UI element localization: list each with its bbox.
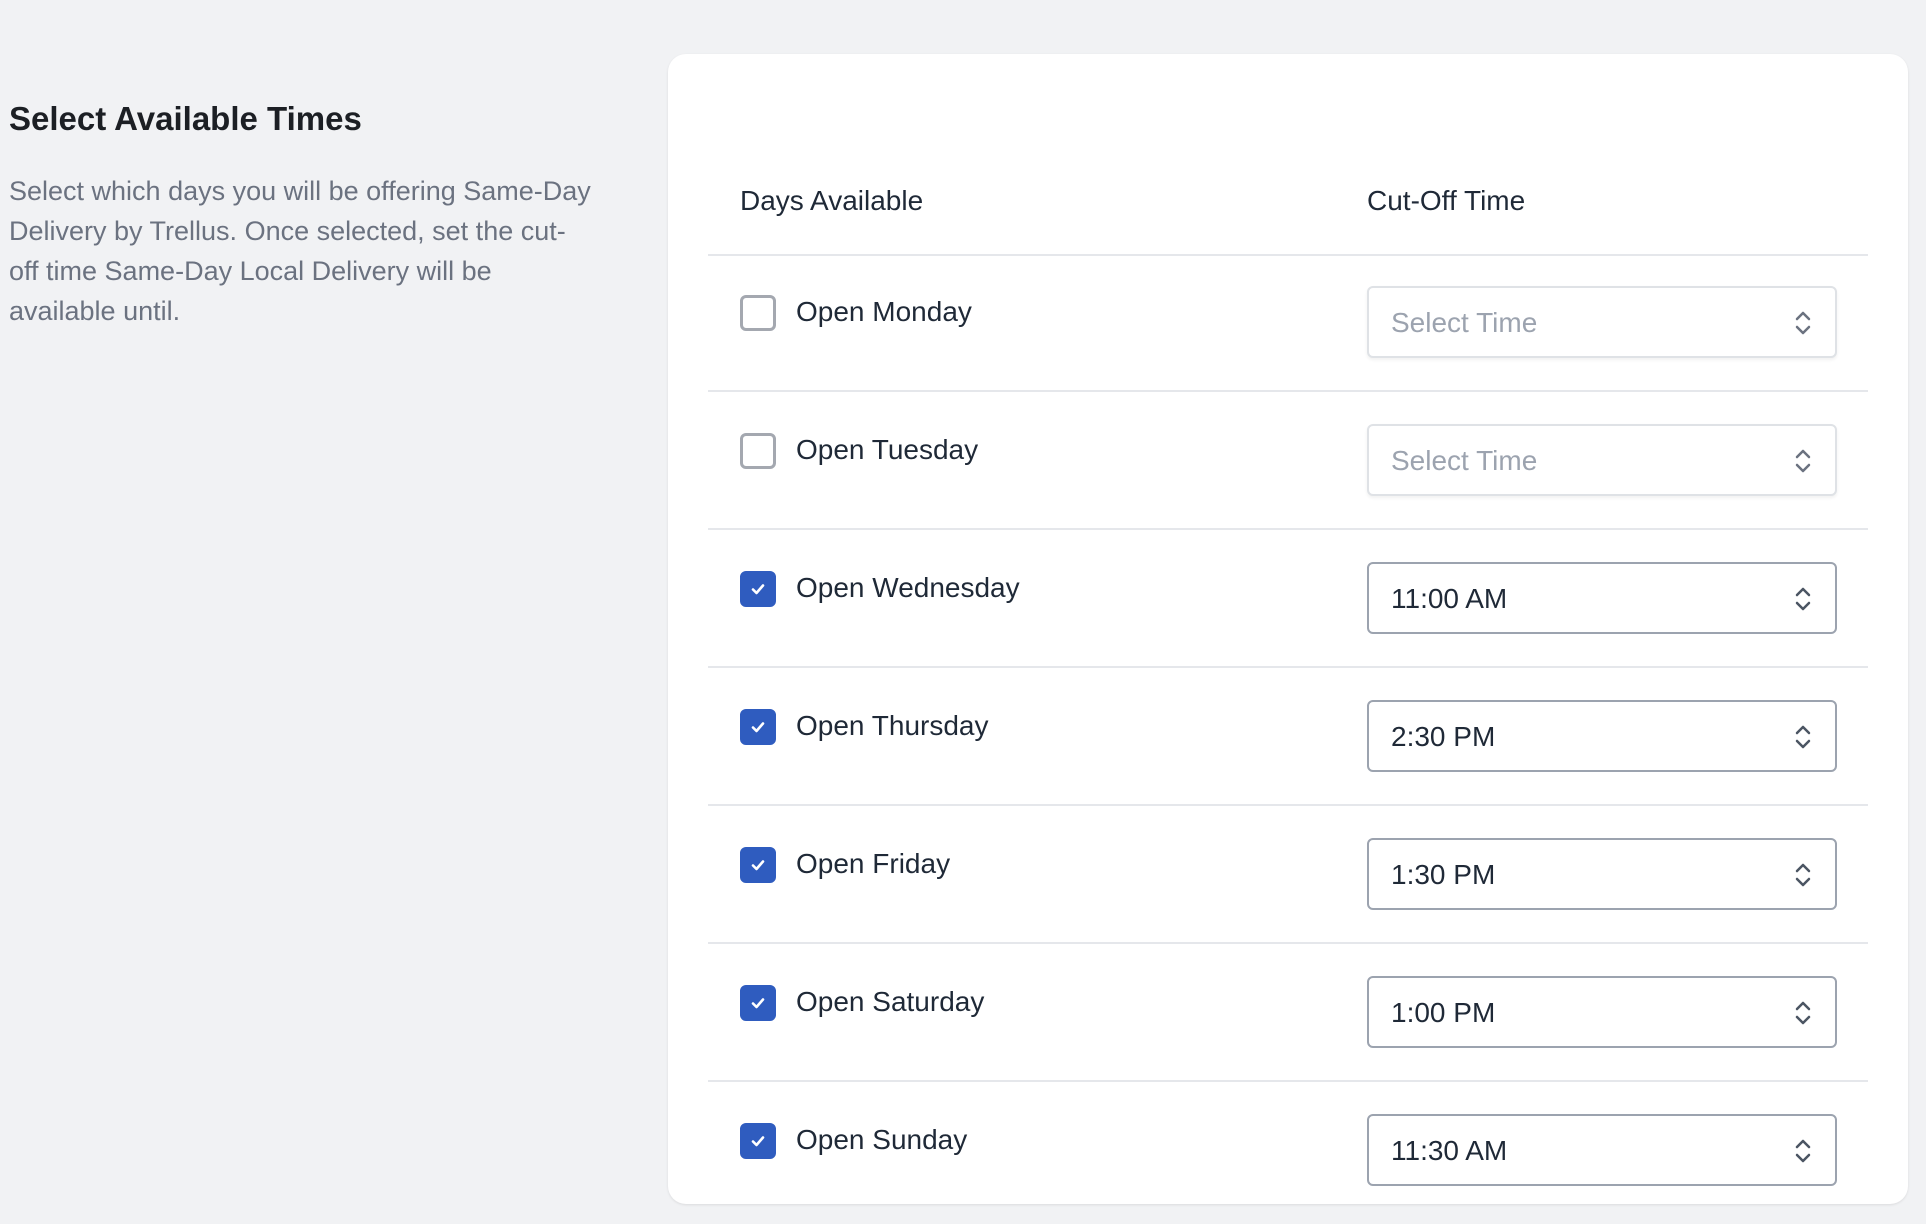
column-header-days: Days Available [740, 185, 924, 216]
time-select-wednesday[interactable]: 11:00 AM [1367, 562, 1837, 634]
day-row-thursday: Open Thursday 2:30 PM [708, 668, 1868, 806]
section-intro: Select Available Times Select which days… [9, 97, 591, 331]
checkbox-monday[interactable] [740, 295, 776, 331]
time-select-value: 11:30 AM [1391, 1135, 1508, 1166]
time-select-friday[interactable]: 1:30 PM [1367, 838, 1837, 910]
check-icon [751, 860, 765, 871]
check-icon [751, 1136, 765, 1147]
chevron-up-down-icon [1795, 311, 1811, 335]
time-select-saturday[interactable]: 1:00 PM [1367, 976, 1837, 1048]
chevron-up-down-icon [1795, 449, 1811, 473]
checkbox-saturday[interactable] [740, 985, 776, 1021]
table-header: Days Available Cut-Off Time [708, 124, 1868, 256]
day-row-wednesday: Open Wednesday 11:00 AM [708, 530, 1868, 668]
time-select-value: Select Time [1391, 445, 1538, 476]
chevron-up-down-icon [1795, 1001, 1811, 1025]
day-label-thursday: Open Thursday [796, 710, 989, 741]
checkbox-tuesday[interactable] [740, 433, 776, 469]
checkbox-friday[interactable] [740, 847, 776, 883]
time-select-value: 11:00 AM [1391, 583, 1508, 614]
chevron-up-down-icon [1795, 725, 1811, 749]
time-select-tuesday[interactable]: Select Time [1367, 424, 1837, 496]
day-label-friday: Open Friday [796, 848, 951, 879]
time-select-sunday[interactable]: 11:30 AM [1367, 1114, 1837, 1186]
day-row-saturday: Open Saturday 1:00 PM [708, 944, 1868, 1082]
time-select-thursday[interactable]: 2:30 PM [1367, 700, 1837, 772]
day-label-monday: Open Monday [796, 296, 972, 327]
check-icon [751, 998, 765, 1009]
time-select-value: 2:30 PM [1391, 721, 1496, 752]
time-select-value: Select Time [1391, 307, 1538, 338]
day-row-tuesday: Open Tuesday Select Time [708, 392, 1868, 530]
section-description: Select which days you will be offering S… [9, 176, 591, 326]
day-row-friday: Open Friday 1:30 PM [708, 806, 1868, 944]
day-label-sunday: Open Sunday [796, 1124, 968, 1155]
day-row-monday: Open Monday Select Time [708, 254, 1868, 392]
chevron-up-down-icon [1795, 587, 1811, 611]
check-icon [751, 584, 765, 595]
section-title: Select Available Times [9, 100, 362, 137]
checkbox-wednesday[interactable] [740, 571, 776, 607]
check-icon [751, 722, 765, 733]
time-select-monday[interactable]: Select Time [1367, 286, 1837, 358]
chevron-up-down-icon [1795, 1139, 1811, 1163]
day-rows: Open Monday Select Time Open Tuesday Sel… [708, 254, 1868, 1218]
availability-card: Days Available Cut-Off Time Open Monday … [668, 54, 1908, 1204]
day-label-tuesday: Open Tuesday [796, 434, 979, 465]
time-select-value: 1:00 PM [1391, 997, 1496, 1028]
chevron-up-down-icon [1795, 863, 1811, 887]
day-row-sunday: Open Sunday 11:30 AM [708, 1082, 1868, 1218]
checkbox-thursday[interactable] [740, 709, 776, 745]
column-header-cutoff: Cut-Off Time [1367, 185, 1526, 216]
checkbox-sunday[interactable] [740, 1123, 776, 1159]
day-label-wednesday: Open Wednesday [796, 572, 1020, 603]
day-label-saturday: Open Saturday [796, 986, 985, 1017]
time-select-value: 1:30 PM [1391, 859, 1496, 890]
